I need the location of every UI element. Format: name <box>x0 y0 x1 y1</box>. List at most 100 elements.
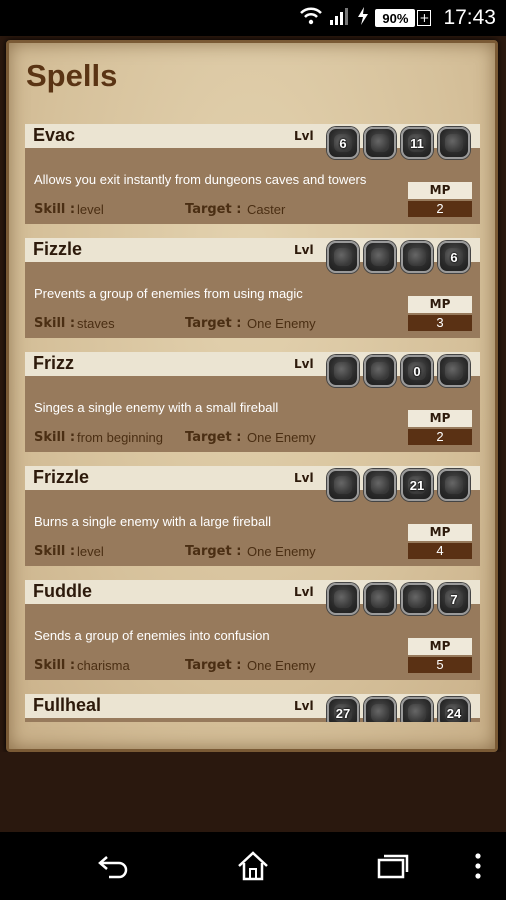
lvl-label: Lvl <box>294 243 314 257</box>
spell-card[interactable]: Evac Lvl 6 11 Allows you exit instantly … <box>25 124 480 224</box>
mp-value: 3 <box>408 315 472 331</box>
character-level: 21 <box>409 477 425 493</box>
overflow-menu-button[interactable] <box>458 846 498 886</box>
character-levels: 6 <box>327 241 470 273</box>
spell-name: Fullheal <box>33 695 102 715</box>
spell-name: Frizzle <box>33 467 90 487</box>
character-portrait-icon: 11 <box>401 127 433 159</box>
character-portrait-icon <box>364 583 396 615</box>
character-levels: 6 11 <box>327 127 470 159</box>
battery-level: 90% <box>375 9 416 27</box>
charging-icon <box>357 7 369 29</box>
character-portrait-icon <box>401 697 433 722</box>
clock: 17:43 <box>443 6 496 29</box>
app-background-bottom <box>0 752 506 832</box>
lvl-label: Lvl <box>294 129 314 143</box>
status-bar: 90% + 17:43 <box>0 0 506 36</box>
target-value: One Enemy <box>247 316 316 331</box>
target-label: Target : <box>185 316 242 331</box>
target-value: One Enemy <box>247 544 316 559</box>
skill-value: level <box>77 202 104 217</box>
character-portrait-icon: 0 <box>401 355 433 387</box>
character-portrait-icon: 21 <box>401 469 433 501</box>
spell-name: Fizzle <box>33 239 83 259</box>
skill-label: Skill : <box>34 316 76 331</box>
skill-label: Skill : <box>34 658 76 673</box>
character-portrait-icon <box>438 127 470 159</box>
spell-description: Burns a single enemy with a large fireba… <box>34 514 272 529</box>
page-title: Spells <box>26 58 118 93</box>
lvl-label: Lvl <box>294 585 314 599</box>
spell-name: Fuddle <box>33 581 92 601</box>
character-portrait-icon: 24 <box>438 697 470 722</box>
home-icon <box>238 851 268 881</box>
skill-label: Skill : <box>34 430 76 445</box>
spell-description: Sends a group of enemies into confusion <box>34 628 270 643</box>
character-portrait-icon <box>364 697 396 722</box>
home-button[interactable] <box>231 846 275 886</box>
recent-apps-button[interactable] <box>371 846 415 886</box>
character-level: 6 <box>339 135 347 151</box>
skill-label: Skill : <box>34 544 76 559</box>
wifi-icon <box>299 7 323 29</box>
character-level: 7 <box>450 591 458 607</box>
character-portrait-icon <box>364 127 396 159</box>
character-portrait-icon <box>327 469 359 501</box>
character-levels: 7 <box>327 583 470 615</box>
signal-icon <box>329 7 351 29</box>
spell-description: Singes a single enemy with a small fireb… <box>34 400 279 415</box>
mp-label: MP <box>408 296 472 313</box>
spell-list[interactable]: Evac Lvl 6 11 Allows you exit instantly … <box>25 124 480 722</box>
battery-icon: 90% + <box>375 9 432 27</box>
spell-name: Evac <box>33 125 76 145</box>
mp-label: MP <box>408 638 472 655</box>
back-icon <box>98 856 128 879</box>
character-portrait-icon <box>364 355 396 387</box>
spell-name: Frizz <box>33 353 75 373</box>
skill-value: staves <box>77 316 115 331</box>
character-level: 24 <box>446 705 462 721</box>
spell-card[interactable]: Fullheal Lvl 27 24 <box>25 694 480 722</box>
character-portrait-icon <box>401 583 433 615</box>
target-label: Target : <box>185 658 242 673</box>
character-portrait-icon <box>438 355 470 387</box>
lvl-label: Lvl <box>294 699 314 713</box>
navigation-bar <box>0 832 506 900</box>
character-levels: 21 <box>327 469 470 501</box>
target-value: Caster <box>247 202 286 217</box>
character-level: 27 <box>335 705 351 721</box>
character-portrait-icon <box>327 355 359 387</box>
character-portrait-icon: 27 <box>327 697 359 722</box>
character-level: 0 <box>413 363 421 379</box>
character-portrait-icon <box>401 241 433 273</box>
character-levels: 27 24 <box>327 697 470 722</box>
character-portrait-icon: 7 <box>438 583 470 615</box>
character-portrait-icon <box>364 241 396 273</box>
target-label: Target : <box>185 544 242 559</box>
mp-value: 2 <box>408 429 472 445</box>
back-button[interactable] <box>92 846 136 886</box>
mp-value: 5 <box>408 657 472 673</box>
spell-card[interactable]: Fizzle Lvl 6 Prevents a group of enemies… <box>25 238 480 338</box>
spell-card[interactable]: Fuddle Lvl 7 Sends a group of enemies in… <box>25 580 480 680</box>
character-level: 11 <box>410 135 424 151</box>
mp-value: 2 <box>408 201 472 217</box>
mp-value: 4 <box>408 543 472 559</box>
target-label: Target : <box>185 202 242 217</box>
target-value: One Enemy <box>247 430 316 445</box>
character-portrait-icon: 6 <box>438 241 470 273</box>
skill-label: Skill : <box>34 202 76 217</box>
character-portrait-icon <box>438 469 470 501</box>
character-levels: 0 <box>327 355 470 387</box>
plus-icon: + <box>417 10 432 26</box>
mp-label: MP <box>408 524 472 541</box>
lvl-label: Lvl <box>294 471 314 485</box>
spell-card[interactable]: Frizz Lvl 0 Singes a single enemy with a… <box>25 352 480 452</box>
character-portrait-icon <box>327 241 359 273</box>
spell-card[interactable]: Frizzle Lvl 21 Burns a single enemy with… <box>25 466 480 566</box>
spell-description: Prevents a group of enemies from using m… <box>34 286 303 301</box>
skill-value: from beginning <box>77 430 163 445</box>
character-portrait-icon <box>364 469 396 501</box>
overflow-menu-icon <box>475 853 481 879</box>
character-level: 6 <box>450 249 458 265</box>
